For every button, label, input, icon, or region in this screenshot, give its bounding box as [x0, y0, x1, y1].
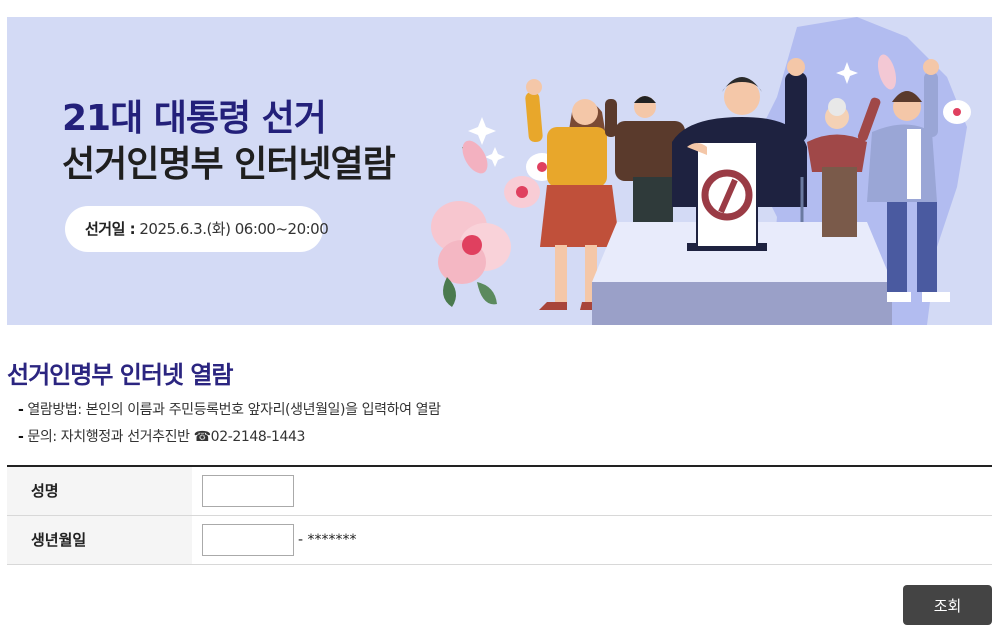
- election-date-value: 2025.6.3.(화) 06:00~20:00: [135, 220, 329, 238]
- election-date-label: 선거일 :: [85, 220, 136, 238]
- info-contact-text: 문의: 자치행정과 선거추진반 ☎02-2148-1443: [27, 429, 306, 445]
- election-date-pill: 선거일 : 2025.6.3.(화) 06:00~20:00: [65, 206, 329, 252]
- birth-suffix-mask: - *******: [298, 532, 357, 548]
- name-cell: [192, 467, 992, 515]
- birth-label: 생년월일: [7, 516, 192, 564]
- info-dash: -: [18, 402, 24, 418]
- banner-title-line1: 21대 대통령 선거: [62, 98, 327, 139]
- election-banner: 21대 대통령 선거 선거인명부 인터넷열람 선거일 : 2025.6.3.(화…: [7, 17, 992, 325]
- page-title: 선거인명부 인터넷 열람: [7, 361, 234, 389]
- birth-input[interactable]: [202, 524, 294, 556]
- lookup-form: 성명 생년월일 - *******: [7, 465, 992, 565]
- info-contact: - 문의: 자치행정과 선거추진반 ☎02-2148-1443: [18, 426, 305, 446]
- info-method-text: 열람방법: 본인의 이름과 주민등록번호 앞자리(생년월일)을 입력하여 열람: [27, 402, 441, 418]
- info-dash: -: [18, 429, 24, 445]
- name-input[interactable]: [202, 475, 294, 507]
- form-row-birth: 생년월일 - *******: [7, 516, 992, 565]
- search-submit-button[interactable]: 조회: [903, 585, 992, 625]
- banner-title-line2: 선거인명부 인터넷열람: [62, 144, 396, 185]
- birth-cell: - *******: [192, 516, 992, 564]
- name-label: 성명: [7, 467, 192, 515]
- info-method: - 열람방법: 본인의 이름과 주민등록번호 앞자리(생년월일)을 입력하여 열람: [18, 399, 441, 419]
- form-row-name: 성명: [7, 467, 992, 516]
